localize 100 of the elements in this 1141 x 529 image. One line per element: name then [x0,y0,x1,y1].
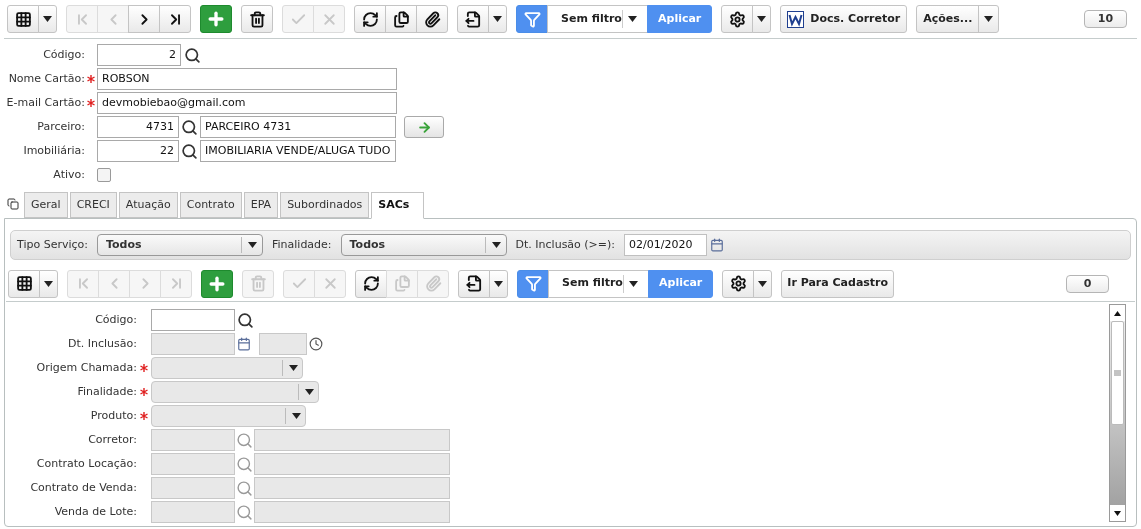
refresh-icon [361,10,379,28]
caret-icon [494,280,503,287]
filter-select[interactable]: Sem filtro [548,269,649,298]
field-label: Dt. Inclusão: [67,335,137,352]
caret-icon [305,389,314,395]
tab[interactable]: Geral [24,192,68,218]
paperclip-button[interactable] [416,5,448,33]
code-field[interactable]: 2 [97,44,181,66]
dropdown-button[interactable] [488,5,507,33]
filter-label: Finalidade: [271,236,332,253]
record-count: 0 [1066,274,1109,293]
code-field[interactable]: 22 [97,140,179,162]
caret-icon [627,16,637,22]
settings-icon [728,10,746,28]
dropdown-button[interactable] [753,269,773,298]
export-button[interactable] [458,269,490,298]
search-icon[interactable] [237,311,254,329]
table-button[interactable] [8,269,40,298]
export-icon [465,275,483,292]
caret-icon [247,242,257,248]
arrow-right-icon [416,119,432,135]
tab[interactable]: EPA [243,192,279,218]
settings-button[interactable] [721,5,754,33]
export-icon [464,10,482,28]
tab[interactable]: Subordinados [280,192,370,218]
field-label: Imobiliária: [22,142,85,159]
caret-icon [758,280,768,287]
go-to-register-button[interactable]: Ir Para Cadastro [781,269,895,298]
go-button[interactable] [404,116,444,138]
trash-button[interactable] [241,5,273,33]
checkbox[interactable] [97,168,111,182]
caret-icon [292,413,301,419]
field-label: Contrato Locação: [35,455,137,472]
field-label: Código: [94,311,137,328]
description-field: PARCEIRO 4731 [200,116,396,138]
filter-button[interactable] [516,5,548,33]
tab[interactable]: SACs [371,192,425,219]
search-icon[interactable] [181,118,198,136]
grip-icon [1114,369,1121,377]
documents-button[interactable] [385,5,417,33]
field-label: Finalidade: [76,383,137,400]
date-field[interactable]: 02/01/2020 [624,234,708,256]
refresh-button[interactable] [354,5,386,33]
description-field: IMOBILIARIA VENDE/ALUGA TUDO [200,140,396,162]
caret-icon [757,16,767,22]
caret-icon [43,16,52,22]
dropdown-button[interactable] [39,269,58,298]
settings-icon [729,275,747,292]
caret-icon [493,16,502,22]
code-field[interactable] [151,309,235,331]
last-button[interactable] [159,5,191,33]
dropdown-button[interactable] [752,5,772,33]
dropdown-button[interactable] [38,5,57,33]
filter-label: Dt. Inclusão (>=): [515,236,616,253]
caret-icon [984,16,994,22]
tab[interactable]: Contrato [179,192,242,218]
filter-icon [524,275,542,292]
select-field[interactable]: Todos [340,234,507,256]
text-field[interactable]: ROBSON [97,68,397,90]
scrollbar[interactable] [1109,304,1126,522]
export-button[interactable] [457,5,489,33]
word-document-icon [787,10,805,28]
code-field[interactable]: 4731 [97,116,179,138]
calendar-icon[interactable] [710,238,725,252]
field-label: Produto: [89,407,137,424]
refresh-button[interactable] [355,269,387,298]
field-label: Corretor: [87,431,137,448]
caret-icon [628,280,638,287]
scroll-up-icon[interactable] [1114,310,1121,316]
field-label: Venda de Lote: [53,503,137,520]
filter-select[interactable]: Sem filtro [547,5,648,33]
actions-menu-button[interactable]: Ações... [916,5,1000,33]
settings-button[interactable] [722,269,755,298]
documents-icon [393,275,411,292]
scroll-down-icon[interactable] [1114,510,1121,516]
field-label: E-mail Cartão: [5,94,85,111]
next-button[interactable] [128,5,160,33]
tab[interactable]: Atuação [118,192,178,218]
refresh-icon [362,275,380,292]
paperclip-icon [423,10,441,28]
plus-icon [206,9,226,29]
restore-icon[interactable] [7,198,19,210]
field-label: Parceiro: [36,118,85,135]
text-field[interactable]: devmobiebao@gmail.com [97,92,397,114]
dropdown-button[interactable] [489,269,508,298]
table-icon [15,275,33,292]
select-field[interactable]: Todos [96,234,263,256]
paperclip-icon [424,275,442,292]
plus-button[interactable] [201,269,233,298]
search-icon[interactable] [184,46,201,64]
tab[interactable]: CRECI [69,192,117,218]
table-button[interactable] [7,5,39,33]
search-icon[interactable] [181,142,198,160]
caret-icon [44,280,53,287]
caret-icon [289,365,298,371]
plus-button[interactable] [200,5,232,33]
caret-icon [491,242,501,248]
table-icon [14,10,32,28]
docs-button[interactable]: Docs. Corretor [780,5,908,33]
filter-button[interactable] [517,269,549,298]
